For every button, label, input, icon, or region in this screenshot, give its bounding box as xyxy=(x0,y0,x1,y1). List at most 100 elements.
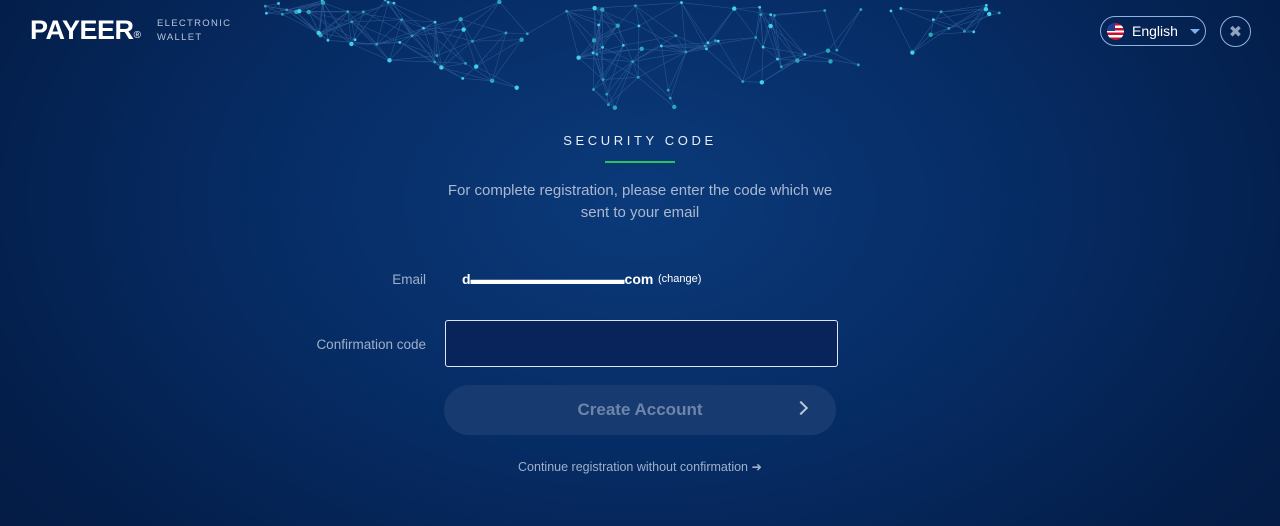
network-node xyxy=(634,4,637,8)
language-selector[interactable]: English xyxy=(1100,16,1206,46)
us-flag-icon xyxy=(1107,22,1124,40)
network-node xyxy=(277,2,280,5)
network-node xyxy=(769,13,773,17)
network-node xyxy=(265,11,268,15)
network-node xyxy=(972,30,976,34)
instructions-text: For complete registration, please enter … xyxy=(447,182,833,221)
network-node xyxy=(597,23,601,27)
network-node xyxy=(703,44,707,48)
network-node xyxy=(621,43,625,47)
network-node xyxy=(779,65,783,69)
network-node xyxy=(776,57,779,61)
network-node xyxy=(422,26,425,30)
email-label: Email xyxy=(392,272,426,287)
network-node xyxy=(410,34,414,38)
network-node xyxy=(435,54,439,58)
network-node xyxy=(835,48,839,52)
network-node xyxy=(931,18,935,22)
network-node xyxy=(828,59,833,64)
network-node xyxy=(605,92,609,96)
network-node xyxy=(668,96,672,100)
network-node xyxy=(600,7,605,12)
network-node xyxy=(928,32,933,37)
logo-text: PAYEER xyxy=(30,15,134,45)
network-node xyxy=(398,40,402,44)
network-node xyxy=(823,9,827,12)
network-node xyxy=(326,38,330,42)
network-node xyxy=(400,18,404,22)
confirmation-code-input[interactable] xyxy=(445,320,838,367)
network-node xyxy=(461,76,465,80)
network-node xyxy=(591,51,595,55)
registered-mark: ® xyxy=(133,30,141,41)
network-node xyxy=(489,78,495,83)
network-node xyxy=(439,65,444,70)
network-node xyxy=(987,11,992,17)
network-node xyxy=(759,13,763,17)
network-node xyxy=(963,29,966,33)
network-node xyxy=(889,9,893,13)
network-node xyxy=(859,8,863,11)
network-node xyxy=(984,3,988,7)
network-node xyxy=(565,9,568,13)
network-node xyxy=(939,10,943,14)
network-node xyxy=(316,30,321,36)
create-account-button[interactable]: Create Account xyxy=(444,385,836,435)
network-node xyxy=(672,104,677,110)
network-node xyxy=(732,6,737,11)
network-node xyxy=(281,12,284,16)
network-node xyxy=(612,105,618,110)
network-node xyxy=(592,88,595,91)
network-node xyxy=(997,11,1001,15)
continue-without-confirmation-link[interactable]: Continue registration without confirmati… xyxy=(0,459,1280,474)
confirmation-code-label: Confirmation code xyxy=(316,337,426,352)
network-node xyxy=(773,14,776,17)
network-node xyxy=(768,23,773,29)
network-node xyxy=(458,17,463,22)
network-node xyxy=(595,52,599,56)
network-node xyxy=(706,41,710,45)
network-node xyxy=(615,23,620,28)
network-node xyxy=(353,38,357,42)
network-node xyxy=(346,10,350,14)
network-node xyxy=(519,37,524,42)
network-node xyxy=(713,39,717,43)
close-button[interactable]: ✖ xyxy=(1220,16,1251,47)
network-node xyxy=(433,20,437,24)
network-node xyxy=(825,48,831,53)
network-node xyxy=(464,61,467,65)
network-node xyxy=(285,8,289,12)
chevron-right-icon xyxy=(793,400,809,416)
email-value: d▬▬▬▬▬▬▬▬▬▬▬com xyxy=(462,271,654,287)
network-node xyxy=(716,39,720,43)
network-node xyxy=(361,10,365,14)
network-node xyxy=(263,4,267,8)
network-node xyxy=(514,85,519,90)
title-underline xyxy=(605,161,675,163)
network-node xyxy=(795,58,800,63)
change-email-link[interactable]: (change) xyxy=(658,273,701,285)
page-title: SECURITY CODE xyxy=(563,133,717,148)
network-node xyxy=(759,80,765,85)
network-node xyxy=(856,63,860,67)
network-node xyxy=(350,20,354,24)
create-account-label: Create Account xyxy=(577,400,703,419)
network-node xyxy=(899,7,903,10)
language-label: English xyxy=(1132,23,1178,39)
network-node xyxy=(639,46,644,52)
chevron-down-icon xyxy=(1189,28,1200,34)
network-node xyxy=(392,1,396,5)
network-node xyxy=(910,50,915,55)
network-node xyxy=(387,58,392,63)
payeer-logo: PAYEER® xyxy=(30,15,141,46)
network-node xyxy=(433,60,437,64)
network-node xyxy=(601,45,604,49)
network-node xyxy=(666,88,670,92)
close-icon: ✖ xyxy=(1228,23,1243,41)
network-node xyxy=(461,27,466,32)
network-node xyxy=(592,5,597,11)
network-node xyxy=(741,80,745,83)
network-node xyxy=(525,32,529,36)
network-node xyxy=(375,42,379,46)
network-node xyxy=(684,50,688,54)
